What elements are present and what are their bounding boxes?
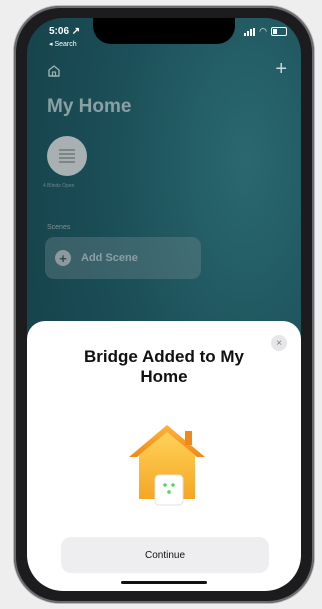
- home-bridge-icon: [129, 425, 205, 506]
- wifi-icon: ◠: [259, 26, 267, 36]
- page-title: My Home: [47, 96, 132, 117]
- status-time: 5:06 ↗: [49, 26, 81, 37]
- add-accessory-button[interactable]: +: [275, 58, 287, 81]
- back-to-search-link[interactable]: ◂ Search: [49, 40, 77, 48]
- screen: 5:06 ↗ ◂ Search ◠ + My Home 4 Blinds Ope…: [27, 18, 301, 591]
- scenes-section-label: Scenes: [47, 224, 71, 231]
- add-scene-label: Add Scene: [81, 252, 138, 264]
- sheet-title: Bridge Added to My Home: [84, 347, 244, 386]
- notch: [93, 18, 235, 44]
- home-icon[interactable]: [47, 64, 61, 83]
- bridge-added-sheet: × Bridge Added to My Home Continue: [27, 321, 301, 591]
- add-scene-button[interactable]: + Add Scene: [45, 237, 201, 279]
- accessory-status-label: 4 Blinds Open: [43, 183, 75, 189]
- phone-frame: 5:06 ↗ ◂ Search ◠ + My Home 4 Blinds Ope…: [14, 6, 314, 603]
- blinds-icon: [59, 149, 75, 163]
- signal-icon: [244, 27, 256, 36]
- plus-circle-icon: +: [55, 250, 71, 266]
- status-indicators: ◠: [244, 27, 287, 36]
- home-indicator[interactable]: [121, 581, 207, 584]
- blinds-accessory-tile[interactable]: [47, 136, 87, 176]
- battery-icon: [271, 27, 287, 36]
- continue-button[interactable]: Continue: [61, 537, 269, 573]
